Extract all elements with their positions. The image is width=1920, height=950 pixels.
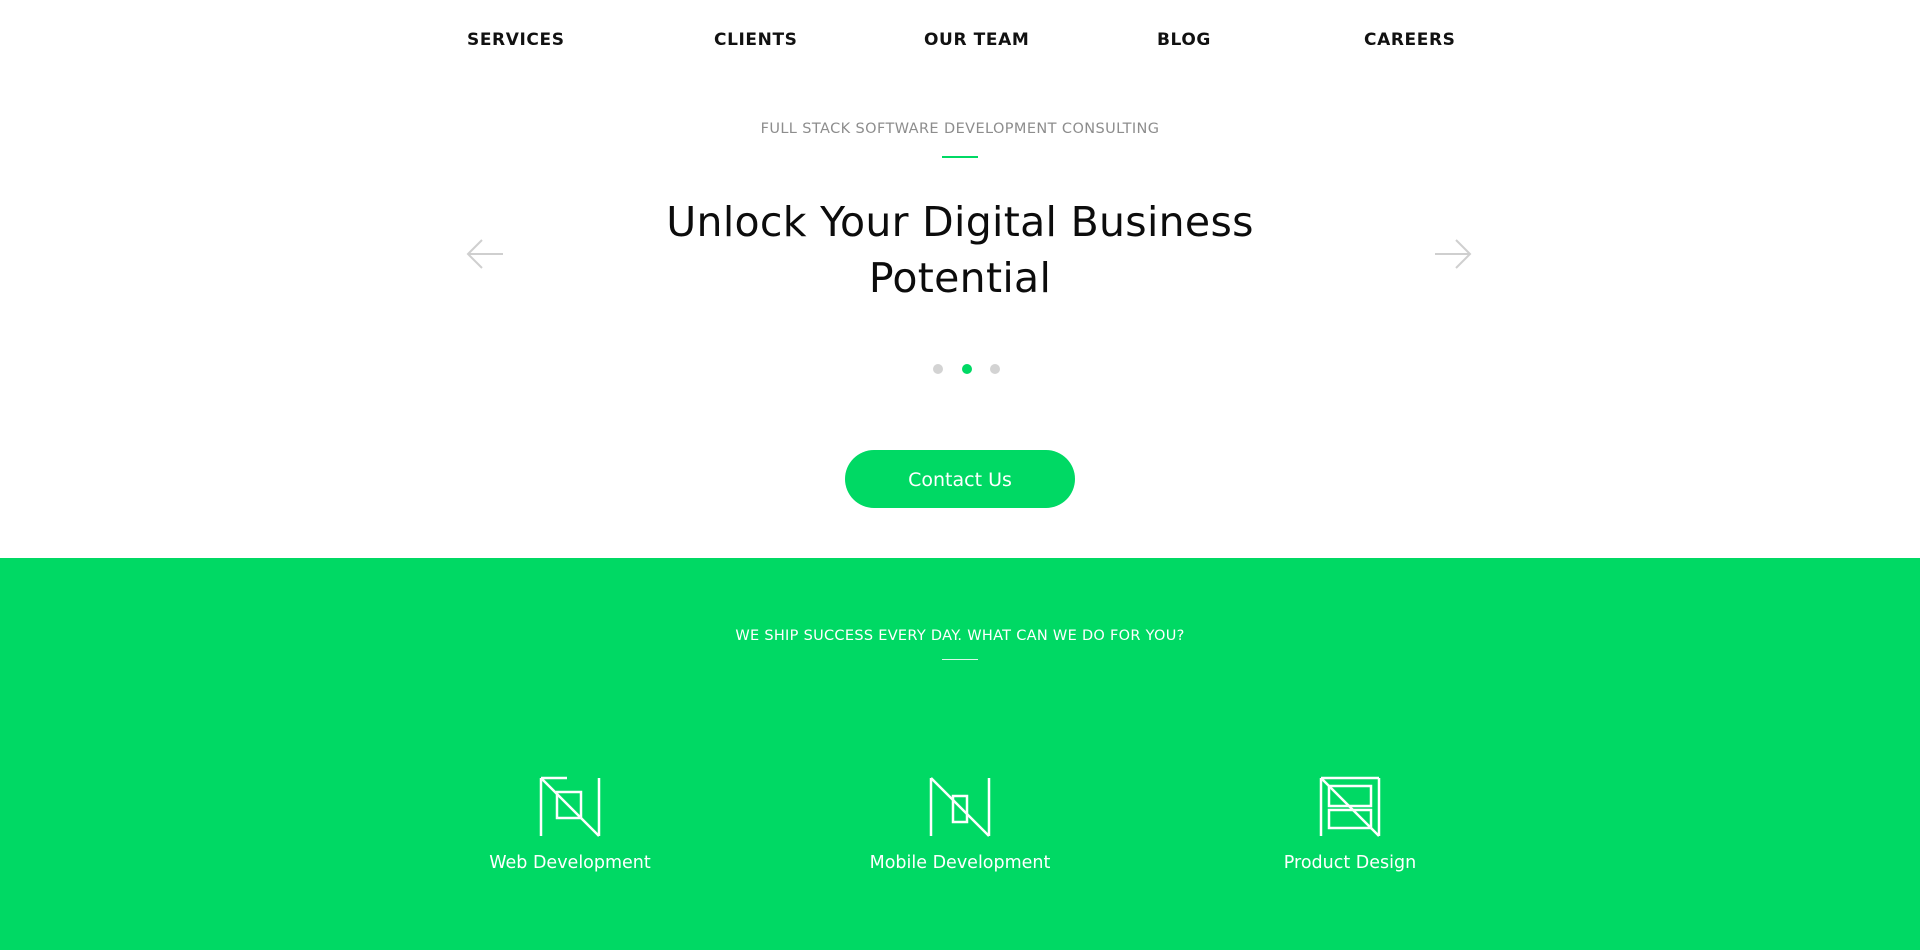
hero-title-line-1: Unlock Your Digital Business — [666, 198, 1254, 246]
nav-item-blog[interactable]: BLOG — [1157, 30, 1211, 50]
slider-dot-2[interactable] — [962, 364, 972, 374]
services-divider — [942, 659, 978, 660]
eyebrow-divider — [942, 156, 978, 158]
service-label-web-development: Web Development — [489, 853, 651, 873]
services-section: WE SHIP SUCCESS EVERY DAY. WHAT CAN WE D… — [0, 558, 1920, 950]
service-label-product-design: Product Design — [1283, 853, 1417, 873]
hero-title-line-2: Potential — [868, 254, 1052, 302]
hero-eyebrow: FULL STACK SOFTWARE DEVELOPMENT CONSULTI… — [760, 121, 1160, 137]
service-web-development[interactable]: Web Development — [420, 776, 720, 873]
arrow-left-icon[interactable] — [465, 236, 505, 272]
service-label-mobile-development: Mobile Development — [869, 853, 1051, 873]
main-nav: SERVICES CLIENTS OUR TEAM BLOG CAREERS — [0, 30, 1920, 56]
service-product-design[interactable]: Product Design — [1200, 776, 1500, 873]
mobile-development-icon — [929, 777, 991, 837]
slider-dot-3[interactable] — [990, 364, 1000, 374]
web-development-icon — [539, 776, 601, 837]
nav-item-our-team[interactable]: OUR TEAM — [924, 30, 1029, 50]
nav-item-services[interactable]: SERVICES — [467, 30, 565, 50]
product-design-icon — [1319, 776, 1381, 837]
contact-us-button[interactable]: Contact Us — [845, 450, 1075, 508]
hero-title: Unlock Your Digital Business Potential — [560, 194, 1360, 306]
slider-dot-1[interactable] — [933, 364, 943, 374]
services-heading: WE SHIP SUCCESS EVERY DAY. WHAT CAN WE D… — [735, 628, 1185, 644]
nav-item-clients[interactable]: CLIENTS — [714, 30, 798, 50]
page: SERVICES CLIENTS OUR TEAM BLOG CAREERS F… — [0, 0, 1920, 950]
nav-item-careers[interactable]: CAREERS — [1364, 30, 1455, 50]
service-mobile-development[interactable]: Mobile Development — [810, 776, 1110, 873]
arrow-right-icon[interactable] — [1433, 236, 1473, 272]
